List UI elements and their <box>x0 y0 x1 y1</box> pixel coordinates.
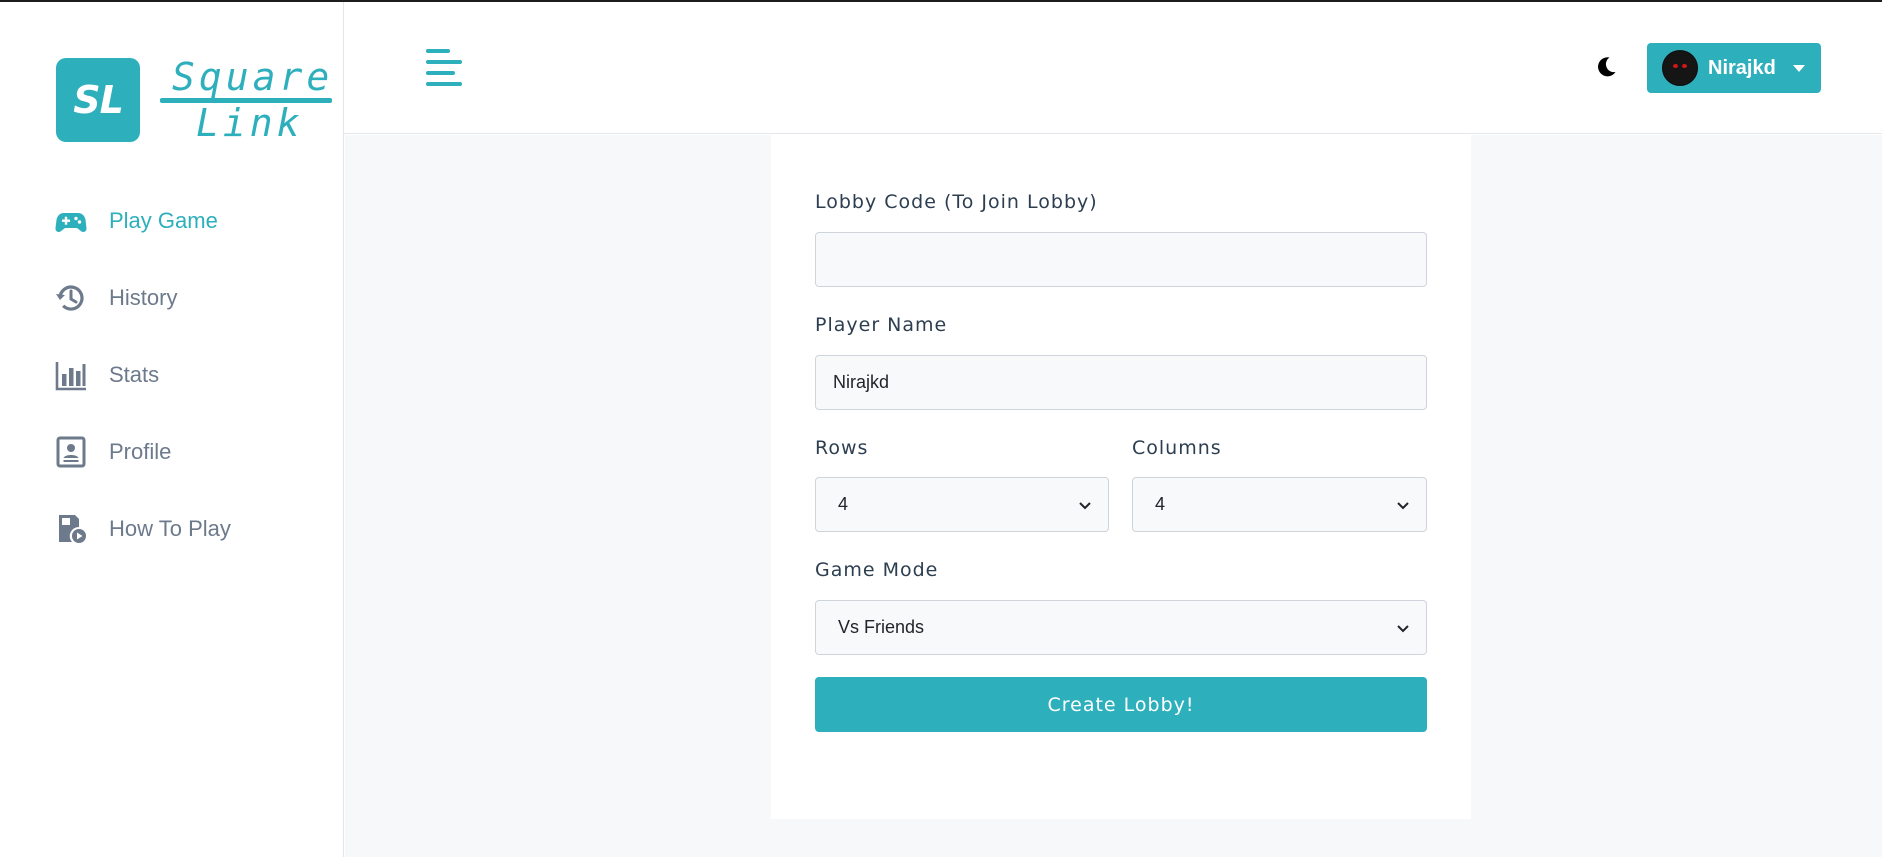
sidebar-item-label: Profile <box>109 438 172 464</box>
logo-word-link: Link <box>196 101 304 145</box>
columns-label: Columns <box>1132 437 1222 459</box>
top-header: Nirajkd <box>344 2 1882 134</box>
bar-chart-icon <box>55 359 87 391</box>
sidebar-item-label: Play Game <box>109 207 218 233</box>
chevron-down-icon <box>1397 624 1409 632</box>
history-icon <box>55 282 87 314</box>
sidebar-item-history[interactable]: History <box>0 259 344 336</box>
chevron-down-icon <box>1079 501 1091 509</box>
create-lobby-button[interactable]: Create Lobby! <box>815 677 1427 732</box>
sidebar-item-stats[interactable]: Stats <box>0 336 344 413</box>
gamepad-icon <box>55 205 87 237</box>
user-menu-button[interactable]: Nirajkd <box>1647 43 1821 93</box>
logo-badge: SL <box>56 58 140 142</box>
profile-card-icon <box>55 436 87 468</box>
rows-select[interactable]: 4 <box>815 477 1109 532</box>
sidebar-item-label: Stats <box>109 361 160 387</box>
game-mode-select[interactable]: Vs Friends <box>815 600 1427 655</box>
caret-down-icon <box>1792 64 1805 72</box>
sidebar-nav: Play Game History Stats Profile How To P… <box>0 182 344 567</box>
sidebar-item-play-game[interactable]: Play Game <box>0 182 344 259</box>
player-name-label: Player Name <box>815 314 948 336</box>
sidebar-item-profile[interactable]: Profile <box>0 413 344 490</box>
lobby-form-card: Lobby Code (To Join Lobby) Player Name N… <box>771 135 1471 819</box>
lobby-code-label: Lobby Code (To Join Lobby) <box>815 191 1098 213</box>
moon-icon[interactable] <box>1594 55 1618 79</box>
sidebar-item-label: How To Play <box>109 515 231 541</box>
main-content: Lobby Code (To Join Lobby) Player Name N… <box>345 135 1882 857</box>
rows-select-value: 4 <box>838 494 849 514</box>
sidebar: SL Square Link Play Game History Stats P… <box>0 2 344 857</box>
game-mode-label: Game Mode <box>815 559 939 581</box>
tutorial-play-icon <box>55 513 87 545</box>
user-name: Nirajkd <box>1708 56 1776 79</box>
game-mode-select-value: Vs Friends <box>838 617 925 637</box>
chevron-down-icon <box>1397 501 1409 509</box>
columns-select-value: 4 <box>1155 494 1166 514</box>
lobby-code-input[interactable] <box>815 232 1427 287</box>
logo-word-square: Square <box>172 55 334 99</box>
logo-wordmark: Square Link <box>160 55 334 145</box>
sidebar-item-label: History <box>109 284 178 310</box>
sidebar-item-how-to-play[interactable]: How To Play <box>0 490 344 567</box>
hamburger-menu-icon[interactable] <box>426 49 462 87</box>
app-logo[interactable]: SL Square Link <box>56 55 334 145</box>
rows-label: Rows <box>815 437 869 459</box>
avatar <box>1662 50 1698 86</box>
player-name-input[interactable]: Nirajkd <box>815 355 1427 410</box>
columns-select[interactable]: 4 <box>1132 477 1427 532</box>
